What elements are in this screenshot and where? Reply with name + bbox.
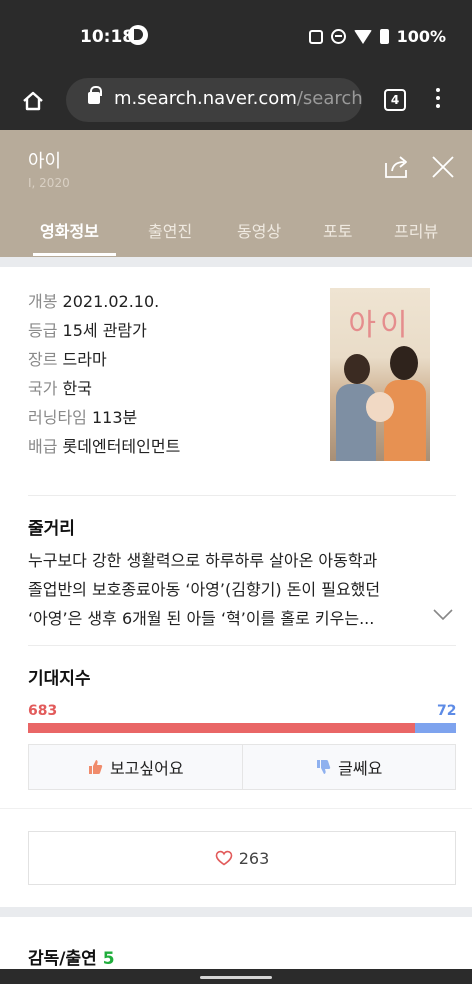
info-value: 113분 [91, 408, 138, 427]
movie-header: 아이 I, 2020 영화정보 출연진 동영상 포토 프리뷰 [0, 130, 472, 257]
address-bar[interactable]: m.search.naver.com/search [66, 78, 363, 122]
battery-level: 100% [396, 27, 446, 46]
info-row-release: 개봉 2021.02.10. [28, 288, 159, 312]
tab-movie-info[interactable]: 영화정보 [40, 218, 99, 242]
like-button[interactable]: 263 [28, 831, 456, 885]
info-value[interactable]: 롯데엔터테인먼트 [63, 437, 181, 456]
tab-photos[interactable]: 포토 [323, 218, 352, 242]
info-value: 한국 [62, 379, 92, 398]
close-icon[interactable] [430, 154, 456, 180]
info-row-rating: 등급 15세 관람가 [28, 317, 147, 341]
section-separator [0, 257, 472, 267]
expectation-bar-fill [28, 723, 416, 733]
movie-subtitle: I, 2020 [28, 176, 70, 190]
info-value: 15세 관람가 [62, 321, 147, 340]
system-navigation-bar [0, 969, 472, 984]
home-gesture-handle[interactable] [200, 976, 272, 979]
info-label: 개봉 [28, 292, 58, 311]
synopsis-line: 누구보다 강한 생활력으로 하루하루 살아온 아동학과 [28, 551, 378, 570]
info-value: 드라마 [62, 350, 107, 369]
vibrate-icon [308, 29, 323, 44]
section-separator [0, 907, 472, 917]
browser-toolbar: m.search.naver.com/search 4 [0, 74, 472, 130]
thumb-down-icon [317, 760, 331, 774]
url-host: m.search.naver.com [114, 88, 297, 109]
info-label: 배급 [28, 437, 58, 456]
do-not-disturb-icon [330, 29, 346, 44]
divider [0, 808, 472, 809]
want-to-see-label: 보고싶어요 [109, 759, 184, 778]
app-notification-icon [128, 25, 148, 45]
battery-icon [379, 29, 389, 44]
wifi-icon [353, 29, 372, 44]
share-icon[interactable] [383, 154, 413, 180]
not-sure-button[interactable]: 글쎄요 [241, 745, 456, 789]
like-count: 263 [238, 848, 270, 868]
info-label: 등급 [28, 321, 58, 340]
poster-figure [344, 354, 370, 384]
want-to-see-button[interactable]: 보고싶어요 [29, 745, 242, 789]
lock-icon [88, 86, 102, 104]
not-sure-label: 글쎄요 [338, 759, 383, 778]
synopsis-text[interactable]: 누구보다 강한 생활력으로 하루하루 살아온 아동학과 졸업반의 보호종료아동 … [28, 546, 458, 633]
synopsis-line: 졸업반의 보호종료아동 ‘아영’(김향기) 돈이 필요했던 [28, 580, 381, 599]
cast-count: 5 [102, 949, 115, 969]
thumb-up-icon [88, 760, 103, 774]
not-sure-count: 72 [437, 703, 457, 719]
active-tab-indicator [33, 253, 116, 256]
divider [28, 495, 456, 496]
status-bar: 10:18 100% [0, 0, 472, 74]
info-row-country: 국가 한국 [28, 375, 92, 399]
poster-figure [384, 380, 426, 461]
movie-tabs: 영화정보 출연진 동영상 포토 프리뷰 [0, 208, 472, 257]
tab-switcher-button[interactable]: 4 [384, 89, 406, 111]
movie-poster[interactable]: 아이 [330, 288, 430, 461]
synopsis-title: 줄거리 [28, 519, 75, 539]
tab-videos[interactable]: 동영상 [237, 218, 281, 242]
info-label: 장르 [28, 350, 58, 369]
info-row-runtime: 러닝타임 113분 [28, 404, 137, 428]
synopsis-line: ‘아영’은 생후 6개월 된 아들 ‘혁’이를 홀로 키우는... [28, 609, 375, 628]
info-value: 2021.02.10. [62, 292, 160, 311]
info-label: 러닝타임 [28, 408, 87, 427]
expectation-bar [28, 723, 456, 733]
divider [28, 645, 456, 646]
info-label: 국가 [28, 379, 58, 398]
status-icons: 100% [308, 27, 446, 46]
url-text[interactable]: m.search.naver.com/search [114, 88, 363, 109]
vote-buttons: 보고싶어요 글쎄요 [28, 744, 456, 790]
home-icon[interactable] [22, 90, 44, 112]
cast-section-title[interactable]: 감독/출연 5 [28, 944, 115, 969]
tab-preview[interactable]: 프리뷰 [394, 218, 438, 242]
poster-figure [366, 392, 394, 422]
heart-icon [215, 850, 233, 866]
info-row-genre: 장르 드라마 [28, 346, 107, 370]
expectation-title: 기대지수 [28, 669, 91, 689]
want-count: 683 [28, 703, 58, 719]
poster-figure [390, 346, 418, 380]
status-time: 10:18 [80, 27, 135, 47]
tab-cast[interactable]: 출연진 [148, 218, 192, 242]
more-menu-icon[interactable] [436, 88, 440, 112]
url-path: /search [296, 88, 363, 109]
poster-title: 아이 [348, 308, 412, 343]
chevron-down-icon[interactable] [433, 609, 453, 621]
info-row-distributor: 배급 롯데엔터테인먼트 [28, 433, 180, 457]
cast-title-label: 감독/출연 [28, 949, 97, 969]
movie-title: 아이 [28, 151, 62, 172]
